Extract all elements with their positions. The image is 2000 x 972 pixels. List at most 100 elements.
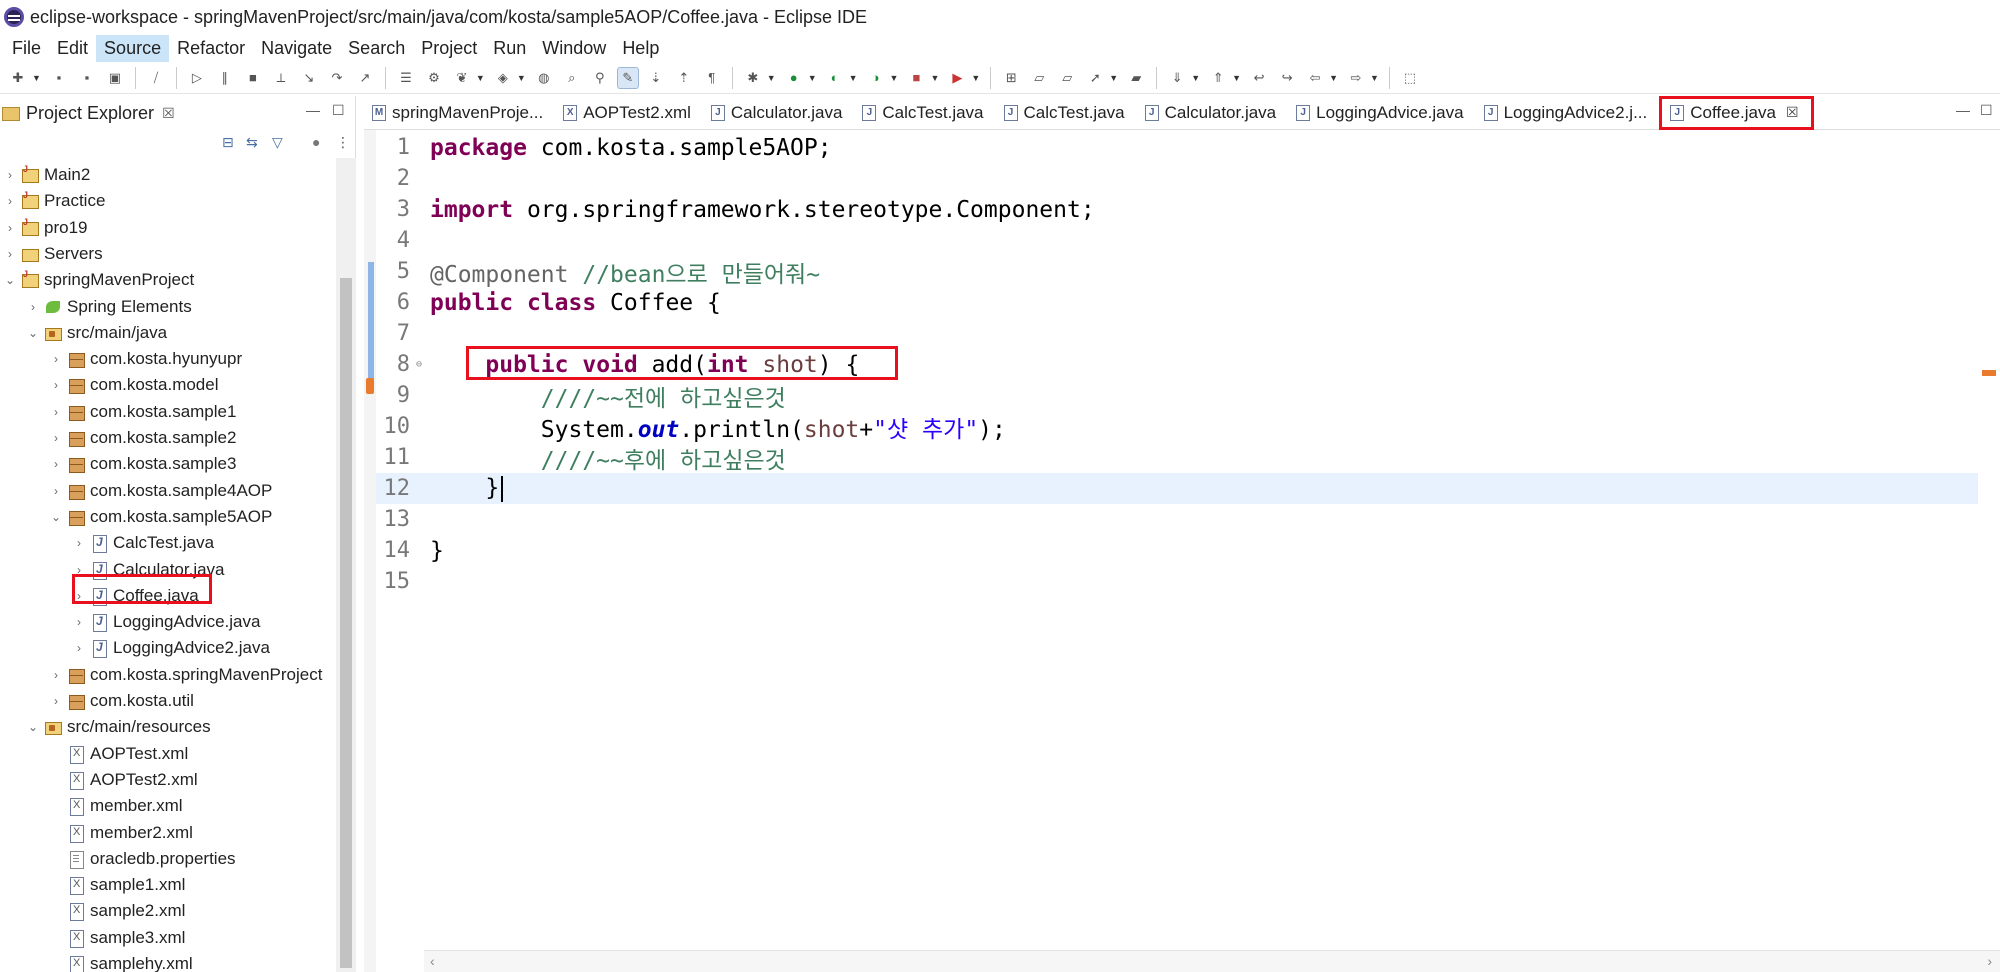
- view-menu-icon[interactable]: ⋮: [336, 134, 350, 151]
- resume-icon[interactable]: ▷: [186, 67, 208, 89]
- spring-dropdown-icon[interactable]: ▼: [476, 73, 485, 83]
- expanded-chevron-icon[interactable]: ⌄: [2, 273, 18, 287]
- tree-item[interactable]: › pro19: [2, 215, 87, 241]
- tree-item[interactable]: sample2.xml: [48, 898, 185, 924]
- web-browser-icon[interactable]: ◍: [533, 67, 555, 89]
- highlight-occurrences-icon[interactable]: ✎: [616, 66, 639, 89]
- forward-edit-icon[interactable]: ↪: [1276, 67, 1298, 89]
- editor-vertical-scrollbar[interactable]: [1978, 130, 2000, 950]
- tree-item[interactable]: › CalcTest.java: [71, 530, 214, 556]
- fold-toggle-icon[interactable]: ⊖: [416, 359, 426, 370]
- tree-item[interactable]: › com.kosta.sample4AOP: [48, 478, 272, 504]
- open-type-icon[interactable]: ☰: [395, 67, 417, 89]
- expanded-chevron-icon[interactable]: ⌄: [25, 720, 41, 734]
- open-folder-icon[interactable]: ▱: [1028, 67, 1050, 89]
- collapsed-chevron-icon[interactable]: ›: [2, 168, 18, 182]
- rocket-dropdown-icon[interactable]: ▼: [1109, 73, 1118, 83]
- menu-navigate[interactable]: Navigate: [253, 35, 340, 62]
- next-edit-dropdown-icon[interactable]: ▼: [1191, 73, 1200, 83]
- tree-item[interactable]: member2.xml: [48, 820, 193, 846]
- tree-item[interactable]: ⌄ src/main/java: [25, 320, 167, 346]
- open-perspective-icon[interactable]: ⊞: [1000, 67, 1022, 89]
- stop-dropdown-icon[interactable]: ▼: [930, 73, 939, 83]
- collapsed-chevron-icon[interactable]: ›: [2, 221, 18, 235]
- overview-marker[interactable]: [1982, 370, 1996, 376]
- tree-item[interactable]: ⌄ src/main/resources: [25, 714, 211, 740]
- menu-file[interactable]: File: [4, 35, 49, 62]
- collapsed-chevron-icon[interactable]: ›: [2, 247, 18, 261]
- previous-annotation-icon[interactable]: ⇡: [673, 67, 695, 89]
- tree-item[interactable]: › Coffee.java: [71, 583, 199, 609]
- editor-tab-calculator-2[interactable]: J Calculator.java: [1137, 96, 1289, 130]
- previous-edit-dropdown-icon[interactable]: ▼: [1232, 73, 1241, 83]
- server-dropdown-icon[interactable]: ▼: [517, 73, 526, 83]
- menu-source[interactable]: Source: [96, 34, 170, 62]
- save-icon[interactable]: ▪: [48, 67, 70, 89]
- tree-item[interactable]: › Spring Elements: [25, 294, 192, 320]
- previous-edit-icon[interactable]: ⇑: [1207, 67, 1229, 89]
- editor-horizontal-scrollbar[interactable]: ‹ ›: [424, 950, 2000, 972]
- tree-item[interactable]: member.xml: [48, 793, 183, 819]
- close-view-icon[interactable]: ☒: [162, 105, 175, 122]
- menu-help[interactable]: Help: [614, 35, 667, 62]
- tree-item[interactable]: sample1.xml: [48, 872, 185, 898]
- project-explorer-tab[interactable]: Project Explorer ☒ — ☐: [0, 96, 356, 130]
- editor-tab-loggingadvice2[interactable]: J LoggingAdvice2.j...: [1476, 96, 1660, 130]
- editor-tab-calctest[interactable]: J CalcTest.java: [854, 96, 995, 130]
- collapsed-chevron-icon[interactable]: ›: [48, 405, 64, 419]
- collapsed-chevron-icon[interactable]: ›: [71, 536, 87, 550]
- forward-icon[interactable]: ⇨: [1345, 67, 1367, 89]
- rocket-icon[interactable]: ➚: [1084, 67, 1106, 89]
- focus-icon[interactable]: ●: [312, 134, 320, 150]
- explorer-scrollbar[interactable]: [336, 158, 356, 972]
- code-area[interactable]: 1 package com.kosta.sample5AOP; 2 3 import…: [376, 130, 2000, 930]
- menu-project[interactable]: Project: [413, 35, 485, 62]
- next-edit-icon[interactable]: ⇓: [1166, 67, 1188, 89]
- skip-breakpoints-icon[interactable]: ⧸: [145, 67, 167, 89]
- tree-item[interactable]: samplehy.xml: [48, 951, 193, 972]
- spring-icon[interactable]: ❦: [451, 67, 473, 89]
- tree-item[interactable]: oracledb.properties: [48, 846, 236, 872]
- collapsed-chevron-icon[interactable]: ›: [48, 378, 64, 392]
- tree-item[interactable]: › Servers: [2, 241, 103, 267]
- editor-tab-calctest-2[interactable]: J CalcTest.java: [996, 96, 1137, 130]
- collapse-all-icon[interactable]: ⊟: [222, 134, 234, 151]
- disconnect-icon[interactable]: ⟂: [270, 67, 292, 89]
- editor-tab-aoptest2-xml[interactable]: X AOPTest2.xml: [555, 96, 703, 130]
- filter-icon[interactable]: ▽: [272, 134, 283, 151]
- run-icon[interactable]: ●: [783, 67, 805, 89]
- back-dropdown-icon[interactable]: ▼: [1329, 73, 1338, 83]
- collapsed-chevron-icon[interactable]: ›: [48, 431, 64, 445]
- run-dropdown-icon[interactable]: ▼: [808, 73, 817, 83]
- editor-tab-coffee[interactable]: J Coffee.java ☒: [1659, 95, 1814, 130]
- tree-item[interactable]: ⌄ com.kosta.sample5AOP: [48, 504, 272, 530]
- tree-item[interactable]: › com.kosta.hyunyupr: [48, 346, 242, 372]
- collapsed-chevron-icon[interactable]: ›: [48, 668, 64, 682]
- tree-item[interactable]: › LoggingAdvice2.java: [71, 635, 270, 661]
- external-tools-dropdown-icon[interactable]: ▼: [890, 73, 899, 83]
- override-marker-icon[interactable]: [366, 378, 374, 394]
- editor-tab-loggingadvice[interactable]: J LoggingAdvice.java: [1288, 96, 1475, 130]
- scrollbar-thumb[interactable]: [340, 278, 352, 968]
- pin-editor-icon[interactable]: ⬚: [1399, 67, 1421, 89]
- tree-item[interactable]: › Main2: [2, 162, 90, 188]
- tree-item[interactable]: › com.kosta.springMavenProject: [48, 662, 322, 688]
- minimize-icon[interactable]: —: [306, 102, 320, 118]
- tree-item[interactable]: › Practice: [2, 188, 105, 214]
- relaunch-icon[interactable]: ▶: [946, 67, 968, 89]
- stop-icon[interactable]: ■: [905, 67, 927, 89]
- tree-item[interactable]: › LoggingAdvice.java: [71, 609, 260, 635]
- coverage-icon[interactable]: ◐: [824, 67, 846, 89]
- forward-dropdown-icon[interactable]: ▼: [1370, 73, 1379, 83]
- collapsed-chevron-icon[interactable]: ›: [2, 194, 18, 208]
- collapsed-chevron-icon[interactable]: ›: [48, 694, 64, 708]
- close-tab-icon[interactable]: ☒: [1786, 104, 1799, 121]
- tree-item[interactable]: › com.kosta.sample3: [48, 451, 236, 477]
- step-return-icon[interactable]: ↗: [354, 67, 376, 89]
- relaunch-dropdown-icon[interactable]: ▼: [971, 73, 980, 83]
- save-all-icon[interactable]: ▪: [76, 67, 98, 89]
- back-icon[interactable]: ⇦: [1304, 67, 1326, 89]
- annotation-ruler[interactable]: [364, 130, 376, 972]
- tree-item[interactable]: › com.kosta.sample2: [48, 425, 236, 451]
- collapsed-chevron-icon[interactable]: ›: [48, 457, 64, 471]
